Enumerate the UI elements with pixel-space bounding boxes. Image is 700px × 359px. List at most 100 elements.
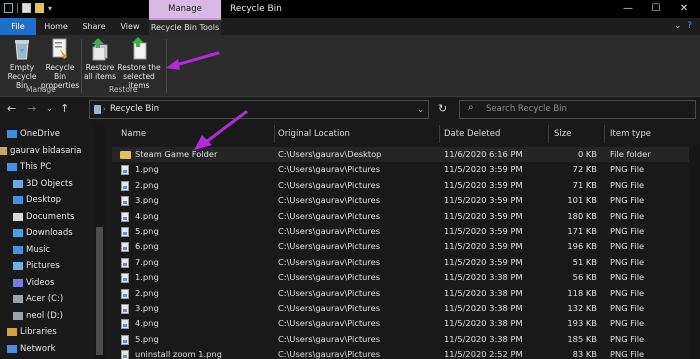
file-location-cell: C:\Users\gaurav\Pictures xyxy=(278,164,381,175)
nav-item-acer-c[interactable]: Acer (C:) xyxy=(0,291,94,307)
nav-item-network[interactable]: Network xyxy=(0,341,94,357)
recent-locations-chevron-icon[interactable]: ⌄ xyxy=(46,104,53,113)
properties-icon[interactable] xyxy=(22,3,31,13)
file-row[interactable]: 1.png C:\Users\gaurav\Pictures 11/5/2020 3… xyxy=(112,162,700,177)
file-row[interactable]: uninstall zoom 1.png C:\Users\gaurav\Pict… xyxy=(112,347,700,359)
nav-item-onedrive[interactable]: OneDrive xyxy=(0,126,94,142)
breadcrumb-recycle-bin[interactable]: Recycle Bin xyxy=(110,101,159,118)
nav-scrollbar-thumb[interactable] xyxy=(96,227,103,355)
recycle-bin-properties-button[interactable]: Recycle Bin properties xyxy=(40,37,80,90)
nav-item-this-pc[interactable]: This PC xyxy=(0,159,94,175)
quick-access-toolbar: ▾ xyxy=(4,3,52,13)
file-row[interactable]: 1.png C:\Users\gaurav\Pictures 11/5/2020 3… xyxy=(112,270,700,285)
file-size-cell: 51 KB xyxy=(572,256,597,267)
tab-file[interactable]: File xyxy=(0,18,36,35)
network-icon xyxy=(7,345,17,353)
restore-all-items-button[interactable]: Restore all items xyxy=(83,37,117,81)
tab-share[interactable]: Share xyxy=(76,18,112,35)
ribbon-controls[interactable]: ⌄ ? xyxy=(674,18,692,35)
nav-item-videos[interactable]: Videos xyxy=(0,275,94,291)
drive-icon xyxy=(13,295,23,303)
search-input[interactable]: Search Recycle Bin xyxy=(486,101,567,118)
nav-item-label: Videos xyxy=(26,278,55,288)
file-type-cell: File folder xyxy=(610,149,651,159)
tab-recycle-bin-tools[interactable]: Recycle Bin Tools xyxy=(149,18,221,35)
image-file-icon xyxy=(121,226,129,237)
file-row[interactable]: 6.png C:\Users\gaurav\Pictures 11/5/2020 3… xyxy=(112,239,700,254)
empty-recycle-bin-button[interactable]: Empty Recycle Bin xyxy=(2,37,42,90)
file-location-cell: C:\Users\gaurav\Pictures xyxy=(278,302,381,313)
restore-all-label: Restore xyxy=(85,63,115,72)
file-row[interactable]: 3.png C:\Users\gaurav\Pictures 11/5/2020 3… xyxy=(112,301,700,316)
tab-manage[interactable]: Manage xyxy=(149,0,221,18)
close-icon[interactable]: ✕ xyxy=(670,0,698,18)
nav-item-neol-d[interactable]: neol (D:) xyxy=(0,308,94,324)
new-folder-icon[interactable] xyxy=(35,3,44,13)
file-location-cell: C:\Users\gaurav\Pictures xyxy=(278,210,381,221)
file-row[interactable]: 2.png C:\Users\gaurav\Pictures 11/5/2020 3… xyxy=(112,178,700,193)
nav-item-documents[interactable]: Documents xyxy=(0,209,94,225)
pictures-icon xyxy=(13,262,23,270)
search-icon: ⌕ xyxy=(468,102,474,113)
nav-scrollbar[interactable] xyxy=(94,123,105,359)
minimize-icon[interactable]: — xyxy=(614,0,642,18)
column-header-name[interactable]: Name xyxy=(121,123,146,145)
file-name-cell: 6.png xyxy=(135,241,159,252)
file-row[interactable]: 5.png C:\Users\gaurav\Pictures 11/5/2020 3… xyxy=(112,332,700,347)
up-arrow-icon[interactable]: ↑ xyxy=(60,102,69,115)
file-type-cell: PNG File xyxy=(610,256,645,267)
file-row[interactable]: 3.png C:\Users\gaurav\Pictures 11/5/2020 3… xyxy=(112,193,700,208)
address-dropdown-icon[interactable]: ⌄ xyxy=(417,101,424,118)
file-size-cell: 101 KB xyxy=(567,195,597,206)
file-date-cell: 11/5/2020 3:38 PM xyxy=(444,272,523,283)
file-size-cell: 118 KB xyxy=(567,287,597,298)
column-header-item-type[interactable]: Item type xyxy=(610,123,651,145)
file-row[interactable]: 7.png C:\Users\gaurav\Pictures 11/5/2020 3… xyxy=(112,255,700,270)
nav-item-gaurav-bidasaria[interactable]: gaurav bidasaria xyxy=(0,143,94,159)
file-row[interactable]: 5.png C:\Users\gaurav\Pictures 11/5/2020 3… xyxy=(112,224,700,239)
nav-item-music[interactable]: Music xyxy=(0,242,94,258)
nav-item-label: Pictures xyxy=(26,261,60,271)
cube-icon xyxy=(13,180,23,188)
file-location-cell: C:\Users\gaurav\Pictures xyxy=(278,333,381,344)
column-header-size[interactable]: Size xyxy=(554,123,571,145)
file-row[interactable]: 4.png C:\Users\gaurav\Pictures 11/5/2020 3… xyxy=(112,209,700,224)
column-header-date-deleted[interactable]: Date Deleted xyxy=(444,123,500,145)
file-name-cell: 3.png xyxy=(135,195,159,206)
column-header-original-location[interactable]: Original Location xyxy=(278,123,350,145)
help-icon[interactable]: ? xyxy=(687,21,692,31)
file-size-cell: 132 KB xyxy=(567,302,597,313)
file-type-cell: PNG File xyxy=(610,333,645,344)
file-size-cell: 193 KB xyxy=(567,318,597,329)
image-file-icon xyxy=(121,165,129,176)
nav-item-downloads[interactable]: Downloads xyxy=(0,225,94,241)
file-type-cell: PNG File xyxy=(610,195,645,206)
tab-view[interactable]: View xyxy=(113,18,147,35)
forward-arrow-icon[interactable]: → xyxy=(27,102,36,115)
refresh-icon[interactable]: ↻ xyxy=(438,102,447,115)
nav-item-label: Network xyxy=(20,344,56,354)
maximize-icon[interactable]: ☐ xyxy=(642,0,670,18)
file-list-scrollbar[interactable] xyxy=(689,145,700,359)
file-row[interactable]: 2.png C:\Users\gaurav\Pictures 11/5/2020 3… xyxy=(112,286,700,301)
back-arrow-icon[interactable]: ← xyxy=(7,102,16,115)
tab-home[interactable]: Home xyxy=(38,18,74,35)
file-row[interactable]: Steam Game Folder C:\Users\gaurav\Desktop… xyxy=(112,147,700,163)
image-file-icon xyxy=(121,180,129,191)
chevron-down-icon[interactable]: ⌄ xyxy=(674,21,682,31)
nav-item-pictures[interactable]: Pictures xyxy=(0,258,94,274)
nav-item-desktop[interactable]: Desktop xyxy=(0,192,94,208)
file-list: Steam Game Folder C:\Users\gaurav\Desktop… xyxy=(112,147,700,359)
nav-item-libraries[interactable]: Libraries xyxy=(0,324,94,340)
file-row[interactable]: 4.png C:\Users\gaurav\Pictures 11/5/2020 3… xyxy=(112,316,700,331)
file-name-cell: 4.png xyxy=(135,210,159,221)
nav-item-3d-objects[interactable]: 3D Objects xyxy=(0,176,94,192)
properties-icon xyxy=(50,37,70,61)
qat-customize-icon[interactable]: ▾ xyxy=(48,4,52,13)
file-date-cell: 11/6/2020 6:16 PM xyxy=(444,149,523,159)
restore-all-icon xyxy=(90,37,110,61)
image-file-icon xyxy=(121,350,129,359)
search-box[interactable]: ⌕ Search Recycle Bin xyxy=(459,100,696,119)
restore-selected-items-button[interactable]: Restore the selected items xyxy=(114,37,164,90)
address-bar[interactable]: › Recycle Bin ⌄ xyxy=(89,100,429,119)
